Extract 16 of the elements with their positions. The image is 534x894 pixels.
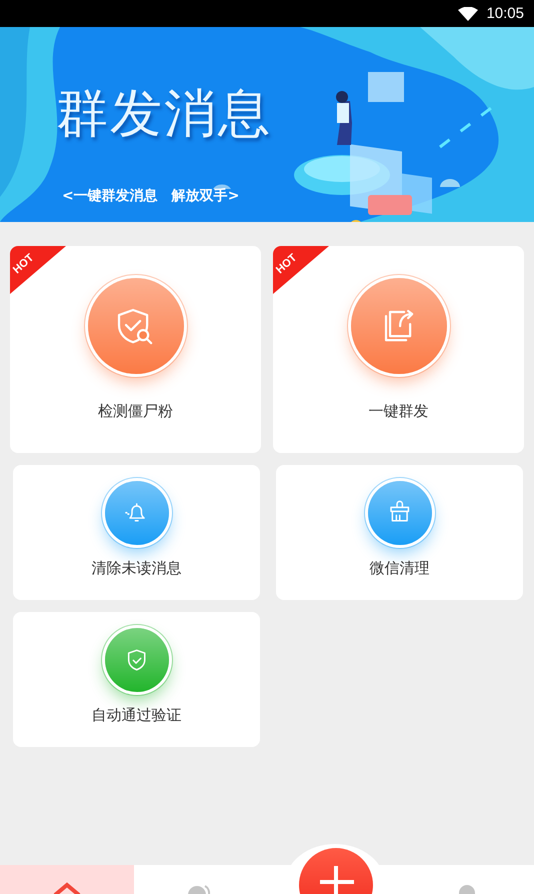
wifi-icon: [458, 6, 478, 20]
nav-tab[interactable]: [0, 865, 134, 894]
feature-label: 微信清理: [370, 559, 430, 578]
plus-icon: [318, 864, 354, 894]
feature-label: 清除未读消息: [92, 559, 182, 578]
person-icon: [458, 884, 476, 894]
feature-label: 自动通过验证: [92, 706, 182, 725]
feature-card[interactable]: 微信清理: [276, 465, 523, 600]
feature-card[interactable]: 自动通过验证: [13, 612, 260, 747]
feature-label: 检测僵尸粉: [98, 402, 173, 421]
feature-card[interactable]: 清除未读消息: [13, 465, 260, 600]
home-icon: [52, 882, 81, 894]
banner-title: 群发消息: [56, 83, 272, 146]
banner-subtitle: <一键群发消息 解放双手>: [62, 187, 240, 205]
feature-label: 一键群发: [368, 402, 428, 421]
status-time: 10:05: [486, 5, 524, 22]
